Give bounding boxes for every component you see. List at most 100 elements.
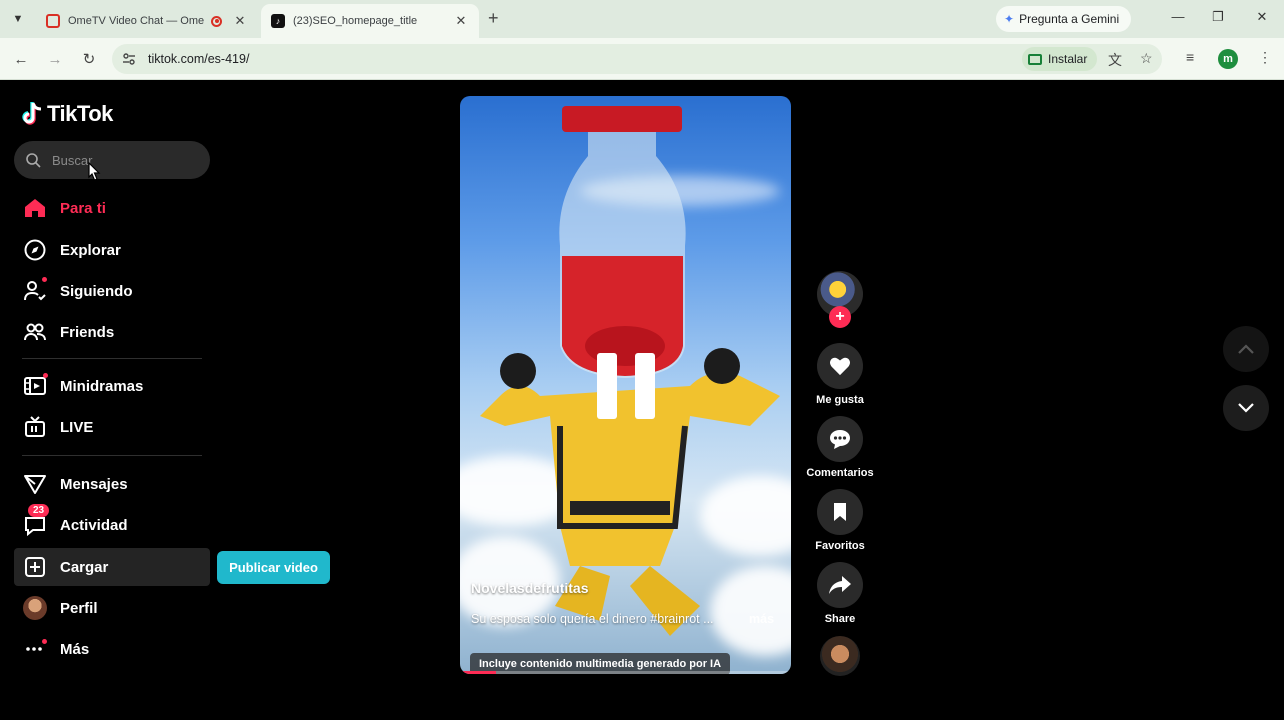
sidebar-item-actividad[interactable]: 23 Actividad: [14, 504, 210, 544]
browser-tab-bar: ▼ OmeTV Video Chat — Ome ✕ ♪ (23)SEO_hom…: [0, 0, 1284, 38]
sidebar-item-siguiendo[interactable]: Siguiendo: [14, 272, 210, 310]
new-tab-button[interactable]: +: [488, 8, 499, 29]
sidebar-item-mensajes[interactable]: Mensajes: [14, 465, 210, 503]
nav-label: Minidramas: [60, 377, 144, 395]
sidebar-item-cargar[interactable]: Cargar: [14, 548, 210, 586]
share-label: Share: [824, 613, 856, 625]
share-button[interactable]: Share: [806, 562, 874, 625]
nav-label: LIVE: [60, 418, 94, 436]
chevron-down-icon: [1238, 403, 1254, 413]
nav-label: Explorar: [60, 241, 121, 259]
search-input[interactable]: Buscar: [14, 141, 210, 179]
home-icon: [22, 195, 48, 221]
sound-disc-avatar[interactable]: [820, 636, 860, 676]
divider: [22, 455, 202, 456]
install-icon: [1028, 53, 1042, 65]
close-window-icon[interactable]: ✕: [1252, 9, 1272, 25]
notification-dot: [43, 373, 48, 378]
back-arrow-icon[interactable]: ←: [11, 49, 31, 69]
restore-icon[interactable]: ❐: [1208, 9, 1228, 25]
ask-gemini-button[interactable]: ✦ Pregunta a Gemini: [996, 6, 1132, 32]
comments-label: Comentarios: [806, 467, 874, 479]
nav-label: Actividad: [60, 516, 128, 534]
tiktok-logo[interactable]: TikTok: [22, 101, 113, 127]
tab-title: (23)SEO_homepage_title: [293, 15, 418, 27]
nav-label: Perfil: [60, 599, 98, 617]
tiktok-page: TikTok Buscar Para ti Explorar Siguiendo: [0, 81, 1284, 720]
bookmark-star-icon[interactable]: ☆: [1140, 50, 1153, 67]
video-author[interactable]: Novelasdefrutitas: [471, 580, 588, 596]
notification-dot: [42, 277, 47, 282]
ometv-favicon-icon: [46, 14, 60, 28]
previous-video-button[interactable]: [1223, 326, 1269, 372]
sidebar-item-minidramas[interactable]: Minidramas: [14, 367, 210, 405]
menu-dots-icon[interactable]: ⋮: [1258, 49, 1272, 66]
comments-button[interactable]: Comentarios: [806, 416, 874, 479]
logo-text: TikTok: [47, 101, 113, 126]
search-icon: [26, 153, 41, 168]
video-caption: Su esposa solo quería el dinero #brainro…: [471, 612, 714, 626]
video-player[interactable]: Novelasdefrutitas Su esposa solo quería …: [460, 96, 791, 674]
nav-label: Cargar: [60, 558, 109, 576]
browser-toolbar: ← → ↻ tiktok.com/es-419/ Instalar 文 ☆ ≡ …: [0, 38, 1284, 80]
reload-icon[interactable]: ↻: [79, 49, 99, 69]
comment-icon: [817, 416, 863, 462]
video-progress-bar[interactable]: [460, 671, 791, 674]
gemini-label: Pregunta a Gemini: [1019, 12, 1120, 26]
tiktok-note-icon: [22, 102, 42, 125]
sidebar-item-explorar[interactable]: Explorar: [14, 231, 210, 269]
address-bar[interactable]: tiktok.com/es-419/ Instalar 文 ☆: [112, 44, 1162, 74]
upload-icon: [22, 554, 48, 580]
film-icon: [22, 373, 48, 399]
reading-list-icon[interactable]: ≡: [1186, 49, 1194, 65]
share-arrow-icon: [817, 562, 863, 608]
nav-label: Para ti: [60, 199, 106, 217]
favorites-label: Favoritos: [815, 540, 865, 552]
nav-label: Siguiendo: [60, 282, 133, 300]
recording-icon: [211, 15, 222, 27]
sidebar-item-friends[interactable]: Friends: [14, 313, 210, 351]
like-button[interactable]: Me gusta: [806, 343, 874, 406]
url-text[interactable]: tiktok.com/es-419/: [148, 52, 249, 66]
close-tab-icon[interactable]: ✕: [232, 13, 248, 29]
tab-ometv[interactable]: OmeTV Video Chat — Ome ✕: [36, 4, 258, 38]
nav-label: Más: [60, 640, 90, 658]
install-app-button[interactable]: Instalar: [1022, 47, 1098, 71]
profile-avatar[interactable]: m: [1218, 49, 1238, 69]
gemini-sparkle-icon: ✦: [1004, 12, 1015, 26]
notification-dot: [42, 639, 47, 644]
sidebar-item-perfil[interactable]: Perfil: [14, 589, 210, 627]
live-tv-icon: [22, 414, 48, 440]
sidebar-item-live[interactable]: LIVE: [14, 408, 210, 446]
friends-icon: [22, 319, 48, 345]
mouse-pointer-icon: [88, 161, 101, 181]
tab-tiktok[interactable]: ♪ (23)SEO_homepage_title ✕: [261, 4, 479, 38]
nav-label: Friends: [60, 323, 115, 341]
sidebar-item-mas[interactable]: Más: [14, 630, 210, 668]
compass-icon: [22, 237, 48, 263]
following-icon: [22, 277, 48, 304]
follow-plus-icon[interactable]: +: [829, 306, 851, 328]
nav-label: Mensajes: [60, 475, 128, 493]
favorites-button[interactable]: Favoritos: [806, 489, 874, 552]
tab-search-chevron-icon[interactable]: ▼: [8, 9, 28, 29]
notification-badge: 23: [28, 504, 50, 517]
more-icon: [22, 636, 48, 662]
tab-title: OmeTV Video Chat — Ome: [68, 15, 205, 27]
forward-arrow-icon[interactable]: →: [45, 49, 65, 69]
like-label: Me gusta: [816, 394, 864, 406]
site-settings-icon[interactable]: [122, 52, 136, 66]
publish-video-button[interactable]: Publicar video: [217, 551, 330, 584]
chevron-up-icon: [1238, 344, 1254, 354]
pause-icon[interactable]: [597, 353, 655, 419]
tiktok-favicon-icon: ♪: [271, 14, 285, 28]
next-video-button[interactable]: [1223, 385, 1269, 431]
avatar: [23, 596, 47, 620]
close-tab-icon[interactable]: ✕: [453, 13, 469, 29]
translate-icon[interactable]: 文: [1108, 50, 1122, 70]
sidebar-item-para-ti[interactable]: Para ti: [14, 189, 210, 227]
send-icon: [22, 471, 48, 497]
bookmark-icon: [817, 489, 863, 535]
minimize-icon[interactable]: —: [1168, 9, 1188, 24]
caption-more-link[interactable]: más: [749, 612, 774, 626]
